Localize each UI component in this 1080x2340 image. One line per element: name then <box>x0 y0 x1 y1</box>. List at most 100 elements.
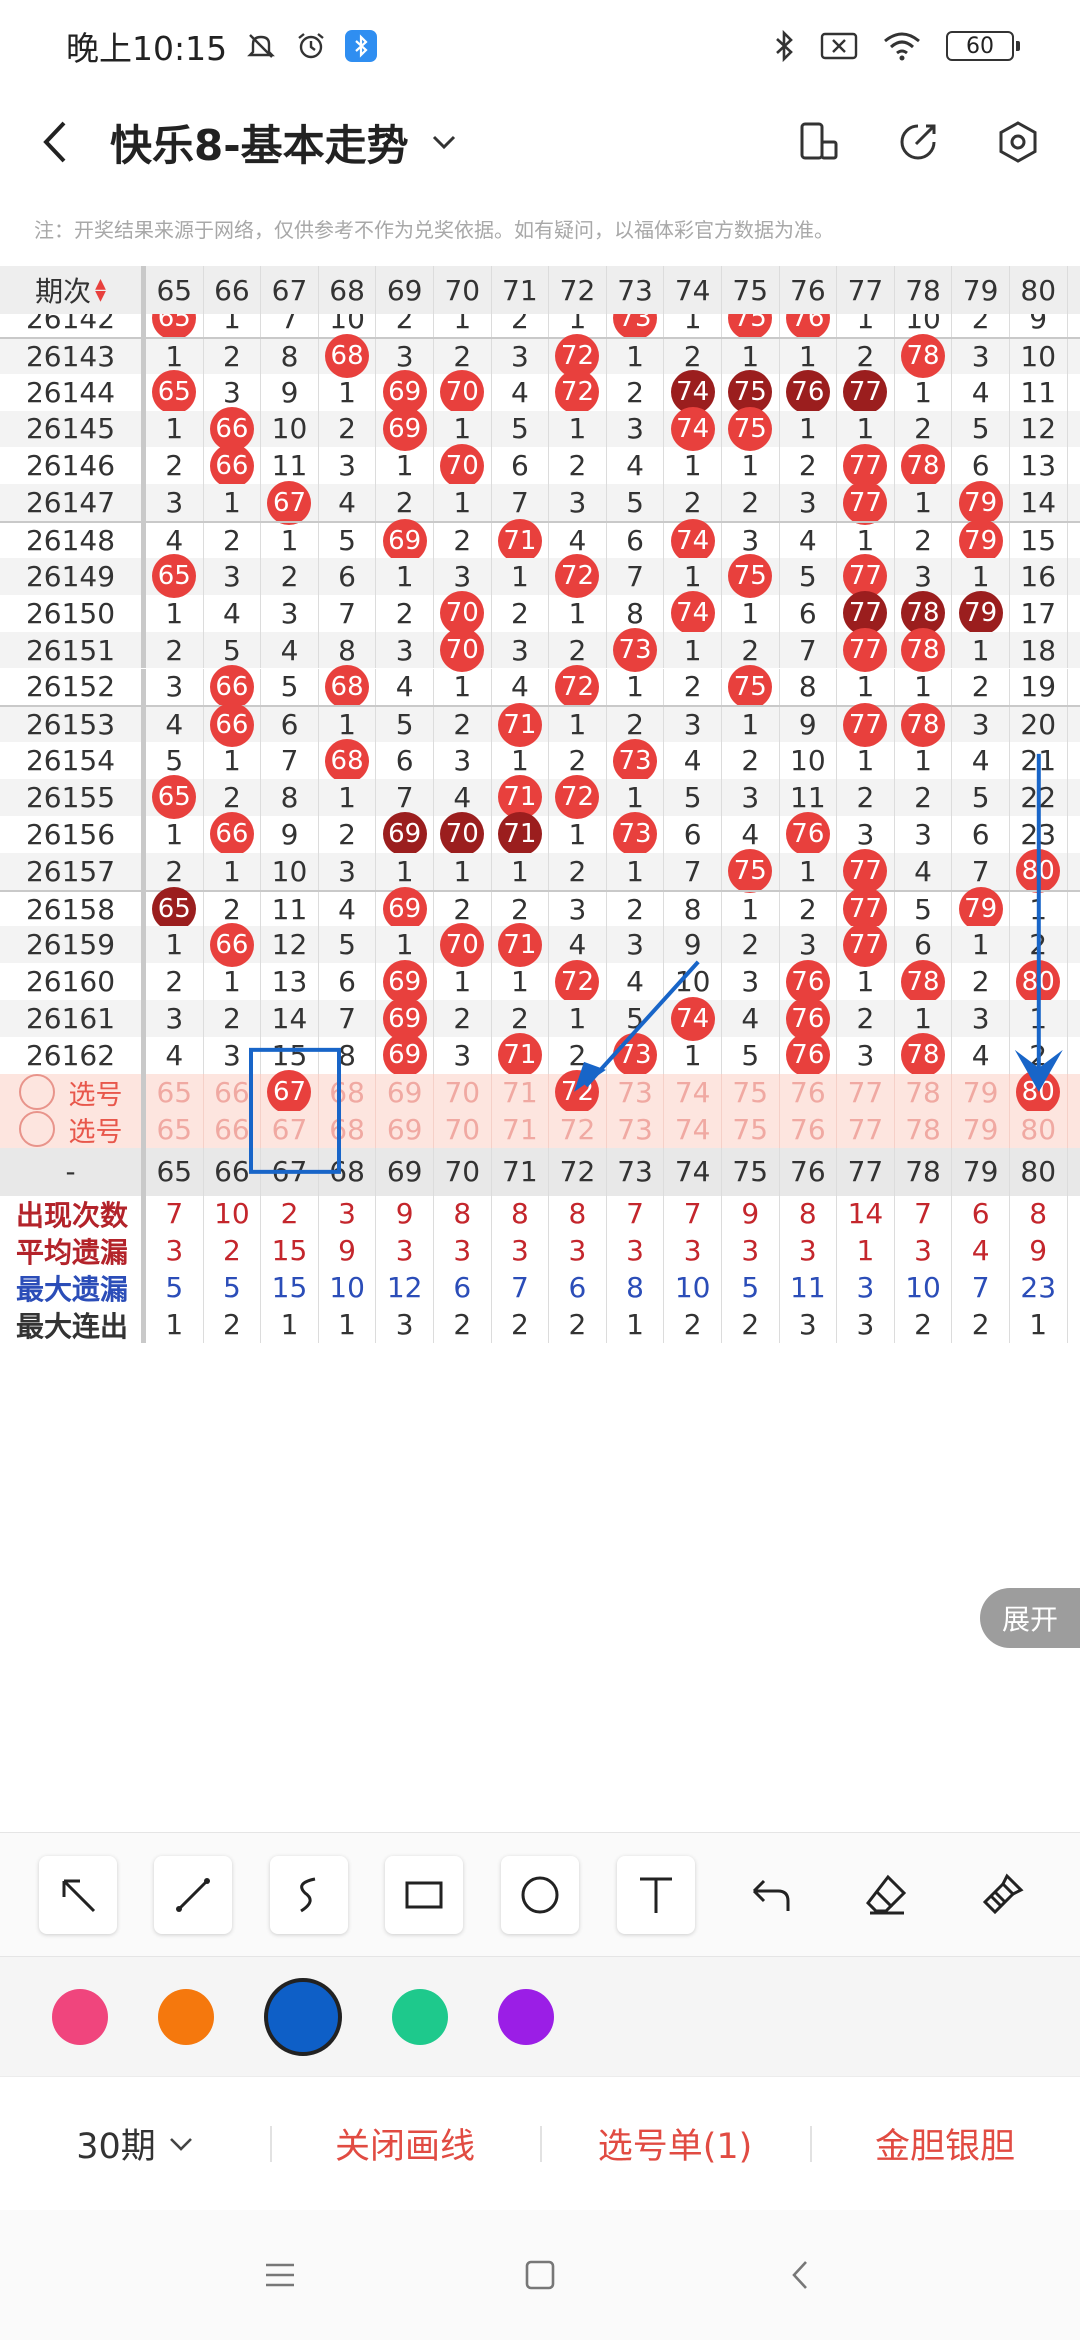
pick-number[interactable]: 75 <box>732 1113 768 1146</box>
expand-button[interactable]: 展开 <box>980 1588 1080 1648</box>
circle-tool-button[interactable] <box>500 1855 579 1934</box>
pick-number[interactable]: 65 <box>156 1076 192 1109</box>
radio-circle-icon[interactable] <box>18 1111 55 1148</box>
period-selector[interactable]: 30期 <box>0 2118 270 2169</box>
number-ball[interactable]: 76 <box>785 1033 830 1078</box>
pick-cell[interactable]: 79 <box>952 1073 1010 1111</box>
chevron-down-icon[interactable] <box>431 134 457 150</box>
number-ball[interactable]: 74 <box>670 518 715 563</box>
pick-number[interactable]: 70 <box>444 1076 480 1109</box>
pick-number[interactable]: 71 <box>502 1113 538 1146</box>
menu-button[interactable] <box>255 2250 305 2300</box>
number-ball[interactable]: 74 <box>670 406 715 451</box>
row-period[interactable]: 26156 <box>0 815 146 853</box>
pick-cell[interactable]: 66 <box>204 1073 262 1111</box>
rectangle-tool-button[interactable] <box>385 1855 464 1934</box>
row-period[interactable]: 26150 <box>0 594 146 632</box>
row-period[interactable]: 26160 <box>0 963 146 1001</box>
pick-number[interactable]: 74 <box>675 1113 711 1146</box>
period-header[interactable]: 期次 ▲ ▼ <box>0 266 146 314</box>
pick-cell[interactable]: 72 <box>549 1110 607 1148</box>
pick-number[interactable]: 74 <box>675 1076 711 1109</box>
number-ball[interactable]: 72 <box>555 554 600 599</box>
row-period[interactable]: 26153 <box>0 707 146 743</box>
number-ball[interactable]: 78 <box>901 702 946 747</box>
curve-tool-button[interactable] <box>269 1855 348 1934</box>
number-ball[interactable]: 66 <box>209 922 254 967</box>
number-ball[interactable]: 79 <box>958 591 1003 636</box>
number-ball[interactable]: 72 <box>555 775 600 820</box>
pick-cell[interactable]: 73 <box>607 1110 665 1148</box>
row-period[interactable]: 26162 <box>0 1037 146 1074</box>
number-ball[interactable]: 72 <box>555 370 600 415</box>
page-title[interactable]: 快乐8-基本走势 <box>110 112 409 173</box>
pick-cell[interactable]: 78 <box>895 1073 953 1111</box>
pick-list-button[interactable]: 选号单(1) <box>540 2118 810 2169</box>
number-ball[interactable]: 70 <box>440 628 485 673</box>
eraser-button[interactable] <box>848 1856 926 1934</box>
home-button[interactable] <box>515 2250 565 2300</box>
number-ball[interactable]: 76 <box>785 370 830 415</box>
number-ball[interactable]: 76 <box>785 812 830 857</box>
pick-number[interactable]: 73 <box>617 1076 653 1109</box>
number-ball[interactable]: 71 <box>497 1033 542 1078</box>
pick-cell[interactable]: 68 <box>319 1073 377 1111</box>
row-period[interactable]: 26152 <box>0 668 146 706</box>
pick-cell[interactable]: 69 <box>376 1073 434 1111</box>
number-ball[interactable]: 80 <box>1016 849 1061 894</box>
close-lines-button[interactable]: 关闭画线 <box>270 2118 540 2169</box>
pick-cell[interactable]: 66 <box>204 1110 262 1148</box>
pick-cell[interactable]: 80 <box>1010 1110 1068 1148</box>
number-ball[interactable]: 74 <box>670 996 715 1041</box>
pick-number[interactable]: 72 <box>560 1113 596 1146</box>
number-ball[interactable]: 69 <box>382 1033 427 1078</box>
pick-cell[interactable]: 74 <box>664 1073 722 1111</box>
row-period[interactable]: 26154 <box>0 742 146 780</box>
rotate-screen-button[interactable] <box>794 118 842 166</box>
number-ball[interactable]: 72 <box>555 959 600 1004</box>
pick-row-label[interactable]: 选号 <box>0 1073 146 1111</box>
trend-chart[interactable]: 展开 26142 65 1 7 10 2 1 2 1 73 1 75 76 1 10 2 9 26143 1 2 8 68… <box>0 266 1080 1824</box>
color-swatch[interactable] <box>392 1988 448 2045</box>
row-period[interactable]: 26149 <box>0 557 146 595</box>
number-ball[interactable]: 70 <box>440 443 485 488</box>
number-ball[interactable]: 77 <box>843 480 888 525</box>
number-ball[interactable]: 70 <box>440 370 485 415</box>
pick-cell[interactable]: 65 <box>146 1110 204 1148</box>
number-ball[interactable]: 70 <box>440 812 485 857</box>
pick-number[interactable]: 76 <box>790 1113 826 1146</box>
number-ball[interactable]: 79 <box>958 887 1003 932</box>
row-period[interactable]: 26144 <box>0 373 146 411</box>
pick-number[interactable]: 78 <box>905 1113 941 1146</box>
number-ball[interactable]: 71 <box>497 518 542 563</box>
pick-cell[interactable]: 80 <box>1010 1070 1068 1115</box>
text-tool-button[interactable] <box>616 1855 695 1934</box>
number-ball[interactable]: 78 <box>901 334 946 379</box>
pick-number[interactable]: 67 <box>272 1113 308 1146</box>
number-ball[interactable]: 65 <box>152 554 197 599</box>
pick-cell[interactable]: 65 <box>146 1073 204 1111</box>
pick-cell[interactable]: 75 <box>722 1073 780 1111</box>
row-period[interactable]: 26151 <box>0 631 146 669</box>
number-ball[interactable]: 71 <box>497 702 542 747</box>
number-ball[interactable]: 79 <box>958 518 1003 563</box>
pick-number[interactable]: 75 <box>732 1076 768 1109</box>
number-ball[interactable]: 75 <box>728 664 773 709</box>
pick-cell[interactable]: 76 <box>780 1073 838 1111</box>
pick-cell[interactable]: 70 <box>434 1110 492 1148</box>
color-swatch[interactable] <box>264 1977 342 2056</box>
row-period[interactable]: 26155 <box>0 779 146 816</box>
back-button[interactable] <box>0 92 110 192</box>
row-period[interactable]: 26159 <box>0 926 146 964</box>
pick-number[interactable]: 73 <box>617 1113 653 1146</box>
arrow-tool-button[interactable] <box>38 1855 117 1934</box>
number-ball[interactable]: 73 <box>613 628 658 673</box>
pick-cell[interactable]: 76 <box>780 1110 838 1148</box>
row-period[interactable]: 26148 <box>0 523 146 558</box>
pick-number[interactable]: 66 <box>214 1076 250 1109</box>
color-swatch[interactable] <box>52 1988 108 2045</box>
pick-number[interactable]: 77 <box>848 1113 884 1146</box>
pick-cell[interactable]: 73 <box>607 1073 665 1111</box>
number-ball[interactable]: 69 <box>382 812 427 857</box>
pick-cell[interactable]: 69 <box>376 1110 434 1148</box>
